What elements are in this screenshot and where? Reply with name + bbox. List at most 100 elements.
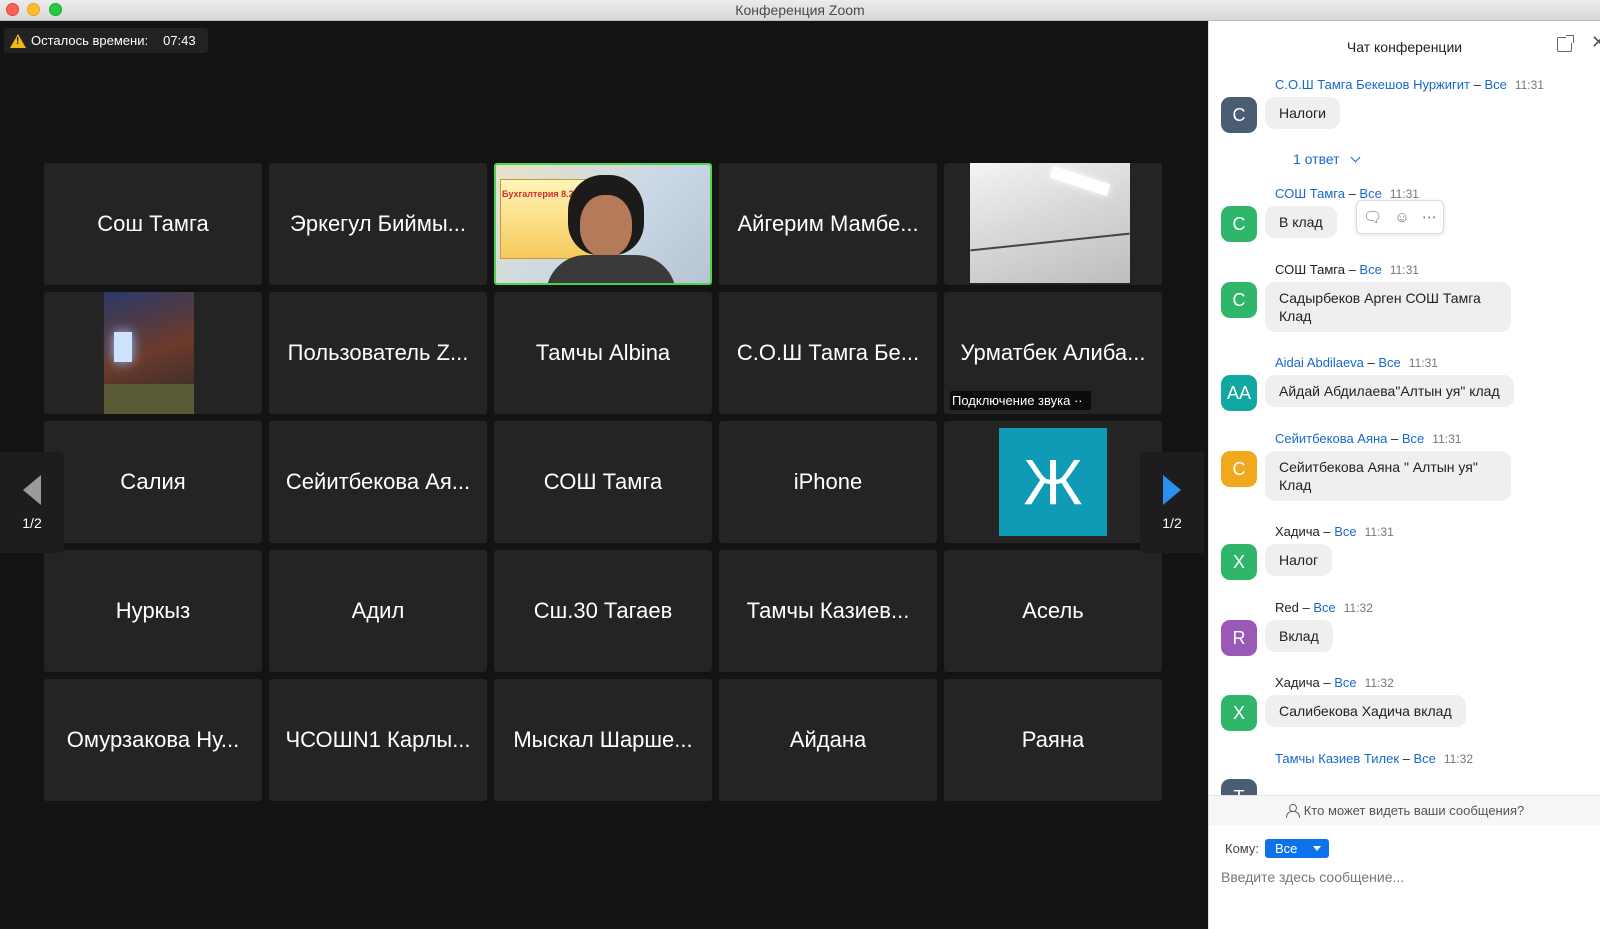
page-indicator: 1/2 [1162, 514, 1182, 531]
participant-tile[interactable]: Айдана [719, 679, 937, 801]
participant-name: Сш.30 Тагаев [533, 598, 673, 623]
window-title: Конференция Zoom [735, 2, 865, 18]
participant-tile[interactable] [44, 292, 262, 414]
message-header: Aidai Abdilaeva – Все 11:31 [1275, 355, 1438, 370]
recipient-select-value: Все [1275, 841, 1298, 856]
more-icon[interactable]: ⋯ [1422, 208, 1437, 226]
message-bubble: В клад [1265, 206, 1337, 238]
sender-avatar: АА [1221, 375, 1257, 411]
participant-tile[interactable]: Эркегул Биймы... [269, 163, 487, 285]
participant-tile[interactable]: Сш.30 Тагаев [494, 550, 712, 672]
participant-tile[interactable]: Ж [944, 421, 1162, 543]
participant-name: Айгерим Мамбе... [737, 211, 919, 236]
previous-page-button[interactable]: 1/2 [0, 452, 64, 553]
participant-name: Асель [1022, 598, 1084, 623]
sender-name[interactable]: Сейитбекова Аяна [1275, 431, 1387, 446]
recipient[interactable]: Все [1378, 355, 1400, 370]
sender-name[interactable]: СОШ Тамга [1275, 262, 1345, 277]
participant-name: СОШ Тамга [543, 469, 663, 494]
sender-name[interactable]: С.О.Ш Тамга Бекешов Нуржигит [1275, 77, 1470, 92]
participant-avatar: Ж [999, 428, 1107, 536]
recipient[interactable]: Все [1402, 431, 1424, 446]
recipient[interactable]: Все [1313, 600, 1335, 615]
sender-name[interactable]: Хадича [1275, 675, 1320, 690]
participant-tile[interactable]: Тамчы Albina [494, 292, 712, 414]
participant-tile[interactable]: Пользователь Z... [269, 292, 487, 414]
participant-tile[interactable]: Сейитбекова Ая... [269, 421, 487, 543]
message-header: Хадича – Все 11:32 [1275, 675, 1394, 690]
sender-avatar: Т [1221, 779, 1257, 795]
close-icon[interactable]: ✕ [1591, 33, 1600, 51]
chat-title: Чат конференции [1346, 39, 1463, 55]
recipient[interactable]: Все [1334, 675, 1356, 690]
sender-name[interactable]: Тамчы Казиев Тилек [1275, 751, 1399, 766]
message-bubble: Налоги [1265, 97, 1340, 129]
chat-header: Чат конференции ✕ [1209, 21, 1600, 71]
poster-text: Бухгалтерия 8.2 [502, 189, 574, 199]
participant-name: ЧСОШN1 Карлы... [285, 727, 471, 752]
participant-name: Мыскал Шарше... [513, 727, 693, 752]
participant-name: Раяна [1021, 727, 1085, 752]
thread-replies-label: 1 ответ [1293, 151, 1340, 167]
recipient-select[interactable]: Все [1265, 839, 1330, 858]
message-visibility-link[interactable]: Кто может видеть ваши сообщения? [1209, 795, 1600, 825]
participant-tile[interactable]: С.О.Ш Тамга Бе... [719, 292, 937, 414]
participant-name: Адил [351, 598, 405, 623]
popout-icon[interactable] [1557, 35, 1574, 52]
next-page-button[interactable]: 1/2 [1140, 452, 1204, 553]
sender-name[interactable]: СОШ Тамга [1275, 186, 1345, 201]
sender-avatar: Х [1221, 695, 1257, 731]
participant-grid: Сош Тамга Эркегул Биймы... Бухгалтерия 8… [44, 163, 1166, 803]
message-time: 11:31 [1514, 78, 1544, 92]
participant-tile[interactable]: Омурзакова Ну... [44, 679, 262, 801]
participant-tile[interactable]: iPhone [719, 421, 937, 543]
audio-connecting-badge: Подключение звука ·· [950, 391, 1091, 410]
chat-messages: С С.О.Ш Тамга Бекешов Нуржигит – Все 11:3… [1209, 71, 1600, 795]
reply-icon[interactable]: 🗨 [1363, 208, 1382, 226]
time-remaining-label: Осталось времени: [31, 33, 149, 48]
thread-replies-link[interactable]: 1 ответ [1293, 151, 1361, 167]
participant-tile[interactable]: Раяна [944, 679, 1162, 801]
message-time: 11:31 [1364, 525, 1394, 539]
participant-name: Сош Тамга [97, 211, 209, 236]
participant-tile[interactable]: Адил [269, 550, 487, 672]
message-bubble: Салибекова Хадича вклад [1265, 695, 1466, 727]
participant-tile[interactable]: Урматбек Алиба... Подключение звука ·· [944, 292, 1162, 414]
message-bubble: Сейитбекова Аяна " Алтын уя" Клад [1265, 451, 1511, 501]
sender-name[interactable]: Aidai Abdilaeva [1275, 355, 1364, 370]
participant-tile[interactable]: Асель [944, 550, 1162, 672]
message-time: 11:32 [1364, 676, 1394, 690]
recipient[interactable]: Все [1413, 751, 1435, 766]
participant-tile[interactable]: Нуркыз [44, 550, 262, 672]
message-time: 11:31 [1432, 432, 1462, 446]
sender-name[interactable]: Red [1275, 600, 1299, 615]
participant-tile[interactable]: Айгерим Мамбе... [719, 163, 937, 285]
chat-message-input[interactable] [1221, 865, 1591, 889]
sender-name[interactable]: Хадича [1275, 524, 1320, 539]
recipient[interactable]: Все [1359, 186, 1381, 201]
message-visibility-text: Кто может видеть ваши сообщения? [1303, 803, 1525, 818]
participant-video [104, 292, 194, 414]
message-bubble: Садырбеков Арген СОШ Тамга Клад [1265, 282, 1511, 332]
window-titlebar: Конференция Zoom [0, 0, 1600, 21]
message-time: 11:32 [1443, 752, 1474, 766]
recipient[interactable]: Все [1484, 77, 1506, 92]
participant-tile[interactable]: Сош Тамга [44, 163, 262, 285]
recipient[interactable]: Все [1334, 524, 1356, 539]
recipient[interactable]: Все [1359, 262, 1381, 277]
participant-tile[interactable] [944, 163, 1162, 285]
emoji-icon[interactable]: ☺ [1394, 209, 1409, 226]
participant-tile-active-speaker[interactable]: Бухгалтерия 8.2 [494, 163, 712, 285]
chat-panel: Чат конференции ✕ С С.О.Ш Тамга Бекешов … [1208, 21, 1600, 929]
participant-tile[interactable]: ЧСОШN1 Карлы... [269, 679, 487, 801]
participant-tile[interactable]: Мыскал Шарше... [494, 679, 712, 801]
participant-video: Бухгалтерия 8.2 [496, 165, 710, 283]
warning-icon [10, 33, 26, 48]
arrow-left-icon [23, 474, 41, 505]
message-header: СОШ Тамга – Все 11:31 [1275, 186, 1419, 201]
participant-name: iPhone [793, 469, 863, 494]
participant-tile[interactable]: СОШ Тамга [494, 421, 712, 543]
message-bubble: Вклад [1265, 620, 1333, 652]
participant-tile[interactable]: Салия [44, 421, 262, 543]
participant-tile[interactable]: Тамчы Казиев... [719, 550, 937, 672]
